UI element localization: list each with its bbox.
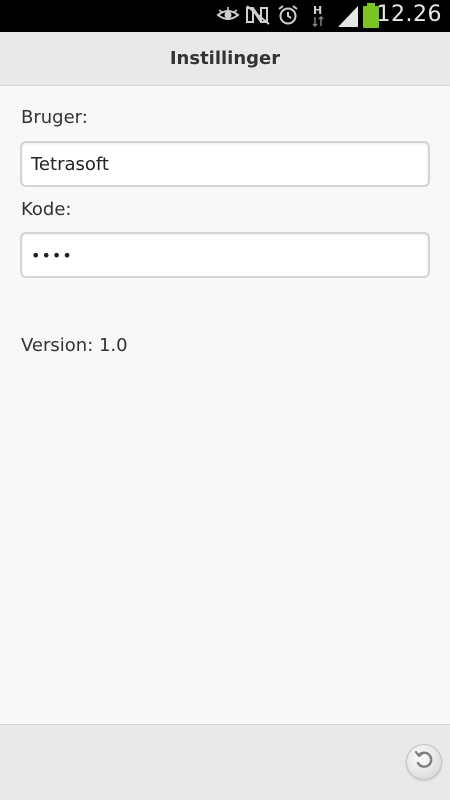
page-title: Instillinger <box>169 48 281 69</box>
user-field[interactable] <box>20 141 430 187</box>
password-field[interactable] <box>20 232 430 278</box>
version-text: Version: 1.0 <box>21 335 128 356</box>
svg-text:H: H <box>313 4 322 17</box>
signal-icon <box>337 4 359 33</box>
password-label: Kode: <box>21 199 72 220</box>
status-clock: 12.26 <box>376 2 442 27</box>
h-data-icon: H <box>310 4 326 33</box>
alarm-icon <box>277 4 299 31</box>
settings-screen: H 12.26 Instillinger Bruger: Kode: <box>0 0 450 800</box>
nfc-off-icon <box>245 4 271 31</box>
back-button[interactable] <box>406 744 442 780</box>
undo-icon <box>413 749 435 776</box>
eye-icon <box>216 4 240 31</box>
status-bar: H 12.26 <box>0 0 450 32</box>
footer-bar <box>0 724 450 800</box>
user-label: Bruger: <box>21 107 88 128</box>
header-bar: Instillinger <box>0 32 450 86</box>
